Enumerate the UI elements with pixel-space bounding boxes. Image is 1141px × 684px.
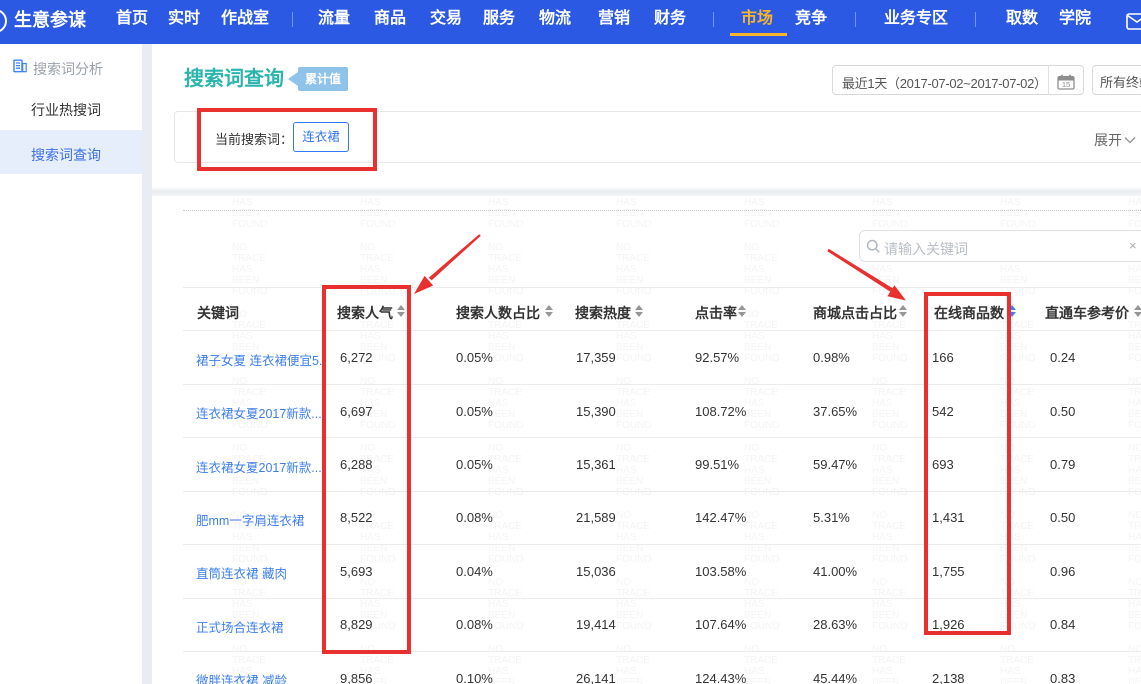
svg-text:15: 15 bbox=[1061, 80, 1069, 89]
